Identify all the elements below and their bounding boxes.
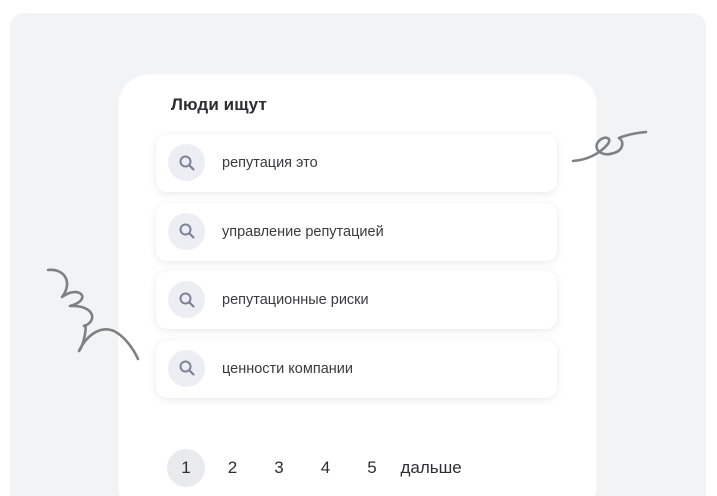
people-search-card: Люди ищут репутация это управление репут…: [119, 75, 596, 496]
next-page-link[interactable]: дальше: [401, 458, 462, 478]
search-icon: [168, 212, 205, 250]
page-5-link[interactable]: 5: [353, 449, 391, 487]
page-4-link[interactable]: 4: [307, 449, 345, 487]
suggestion-item[interactable]: репутационные риски: [156, 271, 557, 329]
suggestion-label: ценности компании: [222, 360, 353, 377]
suggestion-label: управление репутацией: [222, 223, 384, 240]
pagination: 1 2 3 4 5 дальше: [167, 449, 462, 487]
suggestion-item[interactable]: репутация это: [156, 134, 557, 192]
page-1-link[interactable]: 1: [167, 449, 205, 487]
suggestion-item[interactable]: ценности компании: [156, 339, 557, 398]
page-3-link[interactable]: 3: [260, 449, 298, 487]
search-icon: [168, 349, 205, 387]
suggestion-label: репутация это: [222, 155, 318, 171]
background-panel: Люди ищут репутация это управление репут…: [10, 13, 706, 496]
search-icon: [168, 281, 205, 318]
suggestion-list: репутация это управление репутацией репу…: [156, 134, 557, 408]
suggestion-label: репутационные риски: [222, 292, 369, 308]
suggestion-item[interactable]: управление репутацией: [156, 202, 557, 261]
search-icon: [168, 144, 205, 181]
people-search-title: Люди ищут: [171, 95, 273, 115]
page-2-link[interactable]: 2: [214, 449, 252, 487]
